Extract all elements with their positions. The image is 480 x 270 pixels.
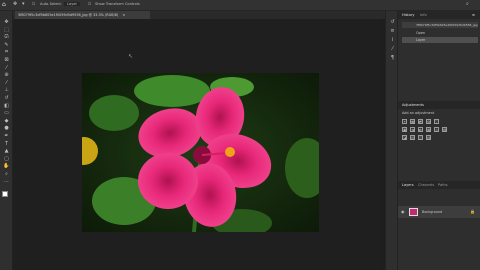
document-tab-title: 3f8079f5c3df5b605e1f0059d5d9558_jpg @ 33… (18, 13, 119, 17)
move-tool-icon[interactable]: ✥ (13, 1, 17, 7)
adjustment-icon[interactable]: ▥ (410, 135, 415, 140)
close-icon[interactable]: × (122, 13, 125, 17)
adjustments-title: Adjustments (402, 102, 424, 107)
marquee-tool-icon[interactable]: ⬚ (3, 27, 10, 33)
dodge-tool-icon[interactable]: ● (3, 125, 10, 131)
cursor-icon: ↖ (128, 53, 134, 60)
brush-panel-icon[interactable]: ⁄ (389, 46, 396, 52)
crop-tool-icon[interactable]: ⌗ (3, 49, 10, 55)
info-panel-icon[interactable]: i (389, 37, 396, 43)
eye-icon[interactable]: ◉ (401, 209, 405, 214)
leaf-left (89, 95, 139, 131)
adjustment-icon[interactable]: ☀ (402, 119, 407, 124)
panels-dock: History Info ≡ 3f8079f5c3df5b605e1f0059d… (398, 11, 480, 270)
home-icon[interactable]: ⌂ (2, 1, 6, 8)
tab-channels[interactable]: Channels (418, 183, 434, 187)
panel-icon-column: ↺ ≡ i ⁄ ¶ (385, 11, 398, 270)
paragraph-panel-icon[interactable]: ¶ (389, 55, 396, 61)
frame-tool-icon[interactable]: ⊠ (3, 57, 10, 63)
tab-info[interactable]: Info (420, 13, 427, 17)
adjustment-icon[interactable]: ▨ (426, 119, 431, 124)
document-tab[interactable]: 3f8079f5c3df5b605e1f0059d5d9558_jpg @ 33… (15, 11, 150, 19)
healing-brush-tool-icon[interactable]: ⊕ (3, 72, 10, 78)
adjustment-icon[interactable]: ▩ (426, 127, 431, 132)
adjustment-icon[interactable]: ▧ (426, 135, 431, 140)
rectangle-tool-icon[interactable]: ▢ (3, 156, 10, 162)
adjustment-icon[interactable]: ◑ (410, 127, 415, 132)
layer-name[interactable]: Background (422, 210, 442, 214)
history-brush-tool-icon[interactable]: ↺ (3, 95, 10, 101)
clone-stamp-tool-icon[interactable]: ⊥ (3, 87, 10, 93)
auto-select-label: Auto-Select: (40, 2, 63, 6)
adjustment-icon[interactable]: ▤ (442, 127, 447, 132)
layer-select[interactable]: Layer (64, 2, 81, 6)
brush-tool-icon[interactable]: ⁄ (3, 80, 10, 86)
blur-tool-icon[interactable]: ◆ (3, 118, 10, 124)
history-item[interactable]: Layer (402, 37, 478, 43)
tab-layers[interactable]: Layers (402, 183, 414, 187)
properties-panel-icon[interactable]: ≡ (389, 28, 396, 34)
hand-tool-icon[interactable]: ✋ (3, 163, 10, 169)
adjustment-icon[interactable]: ▣ (402, 127, 407, 132)
layer-thumbnail (409, 208, 418, 216)
more-tools-icon[interactable]: ⋯ (3, 179, 10, 185)
lock-icon[interactable]: 🔒 (470, 209, 475, 214)
document-tab-bar: 3f8079f5c3df5b605e1f0059d5d9558_jpg @ 33… (13, 11, 385, 19)
leaf-top (134, 75, 210, 107)
adjustment-icon[interactable]: ▦ (410, 119, 415, 124)
history-panel-header: History Info ≡ (398, 11, 480, 19)
history-panel-icon[interactable]: ↺ (389, 19, 396, 25)
eraser-tool-icon[interactable]: ◧ (3, 103, 10, 109)
tab-history[interactable]: History (402, 13, 414, 17)
tab-paths[interactable]: Paths (438, 183, 448, 187)
adjustments-subtitle: Add an adjustment (402, 111, 435, 115)
adjustment-icon[interactable]: ◎ (434, 127, 439, 132)
foreground-color-swatch[interactable] (2, 191, 8, 197)
history-snapshot-label: 3f8079f5c3df5b605e1f0059d5d9558_jpg (416, 23, 478, 27)
options-bar: ⌂ ✥ ▾ ☐ Auto-Select: Layer ☐ Show Transf… (0, 0, 480, 11)
quick-select-tool-icon[interactable]: ✎ (3, 42, 10, 48)
adjustment-icon[interactable]: ▽ (434, 119, 439, 124)
adjustment-icon[interactable]: ◫ (418, 135, 423, 140)
show-transform-checkbox[interactable]: ☐ (88, 2, 91, 6)
chevron-down-icon[interactable]: ▾ (22, 1, 25, 7)
layers-panel-header: Layers Channels Paths (398, 181, 480, 189)
canvas-area[interactable]: ↖ (13, 19, 380, 270)
path-select-tool-icon[interactable]: ▲ (3, 148, 10, 154)
pen-tool-icon[interactable]: ✒ (3, 133, 10, 139)
adjustment-icon[interactable]: ◐ (418, 127, 423, 132)
auto-select-checkbox[interactable]: ☐ (32, 2, 35, 6)
adjustment-icon[interactable]: ◪ (402, 135, 407, 140)
toolbar: ✥ ⬚ ᘏ ✎ ⌗ ⊠ ⁄ ⊕ ⁄ ⊥ ↺ ◧ ▭ ◆ ● ✒ T ▲ ▢ ✋ ⌕ ⋯ (0, 11, 13, 270)
eyedropper-tool-icon[interactable]: ⁄ (3, 65, 10, 71)
panel-menu-icon[interactable]: ≡ (472, 13, 475, 17)
gradient-tool-icon[interactable]: ▭ (3, 110, 10, 116)
adjustments-panel-header: Adjustments (398, 101, 480, 109)
search-icon[interactable]: ⌕ (466, 1, 469, 7)
lasso-tool-icon[interactable]: ᘏ (3, 34, 10, 40)
history-layer-label: Layer (416, 38, 426, 42)
zoom-tool-icon[interactable]: ⌕ (3, 171, 10, 177)
adjustment-icon[interactable]: ◩ (418, 119, 423, 124)
history-item[interactable]: Open (402, 30, 478, 36)
document-image[interactable] (82, 73, 319, 232)
history-item[interactable]: 3f8079f5c3df5b605e1f0059d5d9558_jpg (402, 22, 478, 28)
type-tool-icon[interactable]: T (3, 141, 10, 147)
move-tool-icon[interactable]: ✥ (3, 19, 10, 25)
layer-row-background[interactable]: ◉ Background 🔒 (398, 206, 480, 218)
history-open-label: Open (416, 31, 426, 35)
show-transform-label: Show Transform Controls (95, 2, 140, 6)
